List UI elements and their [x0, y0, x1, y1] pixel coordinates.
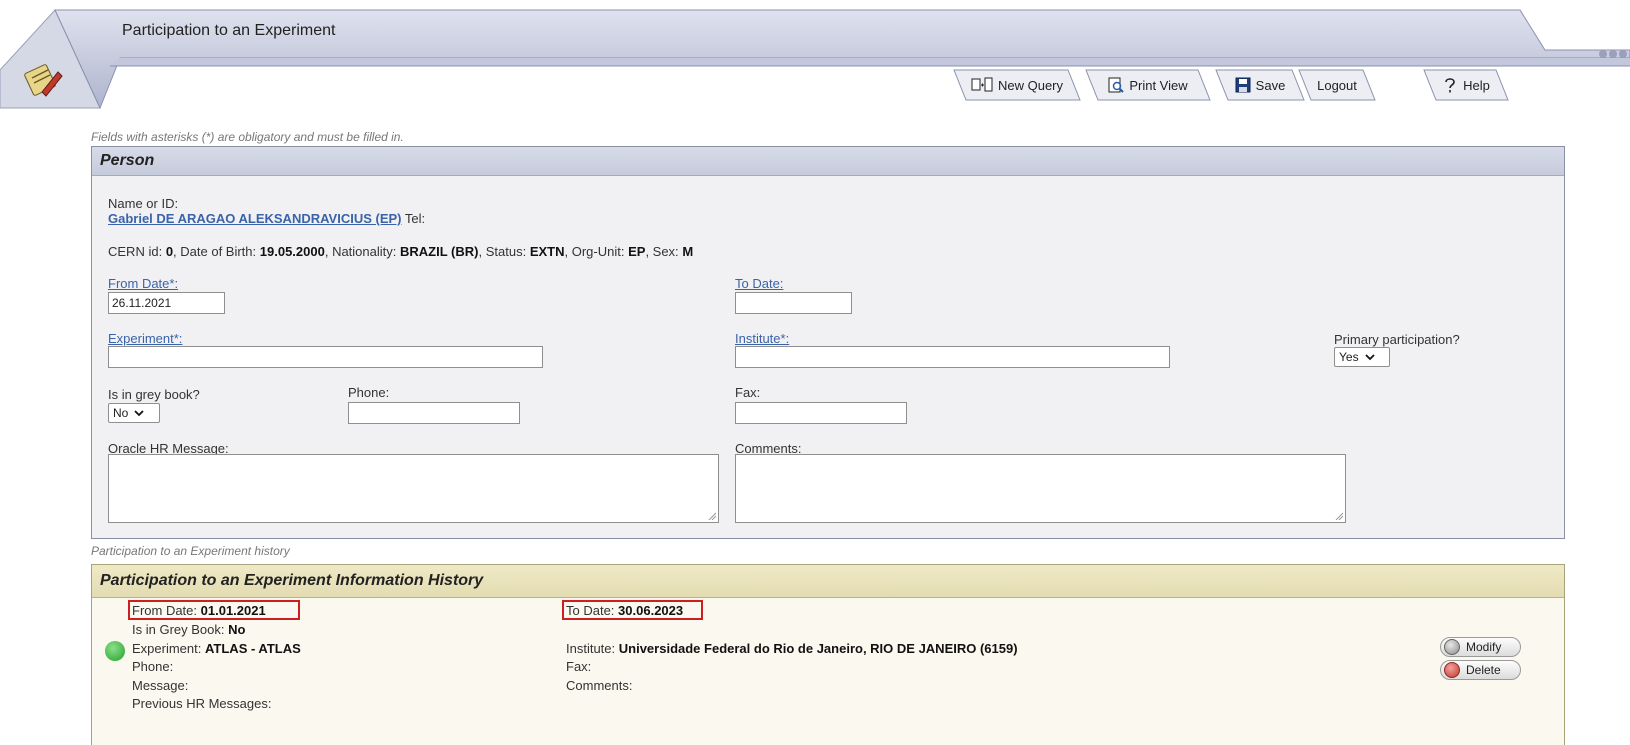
help-question-icon — [1445, 78, 1455, 93]
help-button[interactable]: Help — [1422, 68, 1510, 102]
primary-participation-label: Primary participation? — [1334, 332, 1460, 347]
nationality-label: , Nationality: — [324, 244, 397, 259]
sex-value: M — [682, 244, 694, 259]
new-query-label: New Query — [997, 77, 1064, 93]
dob-value: 19.05.2000 — [259, 244, 325, 259]
delete-icon — [1444, 662, 1460, 678]
tel-label: Tel: — [404, 211, 426, 226]
from-date-input[interactable] — [108, 292, 225, 314]
history-institute-value: Universidade Federal do Rio de Janeiro, … — [618, 641, 1018, 656]
oracle-hr-textarea[interactable] — [108, 454, 719, 523]
grey-book-select[interactable]: No — [108, 403, 160, 423]
fax-input[interactable] — [735, 402, 907, 424]
history-experiment-label: Experiment: — [132, 641, 202, 656]
phone-label: Phone: — [348, 385, 390, 400]
history-message-label: Message: — [132, 678, 189, 693]
cern-id-label: CERN id: — [108, 244, 163, 259]
delete-button[interactable]: Delete — [1440, 660, 1521, 680]
experiment-input[interactable] — [108, 346, 543, 368]
person-panel: Person Name or ID: Gabriel DE ARAGAO ALE… — [91, 146, 1565, 539]
person-info-line: CERN id: 0, Date of Birth: 19.05.2000, N… — [108, 244, 693, 259]
history-previous-hr-label: Previous HR Messages: — [132, 696, 272, 711]
history-grey-book-value: No — [228, 622, 246, 637]
history-from-date-value: 01.01.2021 — [200, 603, 266, 618]
grey-book-value: No — [113, 406, 129, 420]
person-line: Gabriel DE ARAGAO ALEKSANDRAVICIUS (EP) … — [108, 211, 425, 226]
notepad-pencil-icon[interactable] — [22, 58, 64, 100]
save-label: Save — [1255, 77, 1286, 93]
new-query-icon — [971, 77, 993, 92]
history-grey-book-label: Is in Grey Book: — [132, 622, 225, 637]
cern-id-value: 0 — [165, 244, 174, 259]
history-fax-label: Fax: — [566, 659, 592, 674]
app-title: Participation to an Experiment — [122, 22, 336, 39]
institute-input[interactable] — [735, 346, 1170, 368]
chevron-down-icon — [134, 410, 144, 417]
history-experiment: Experiment: ATLAS - ATLAS — [132, 641, 301, 656]
dob-label: , Date of Birth: — [173, 244, 257, 259]
history-experiment-value: ATLAS - ATLAS — [205, 641, 301, 656]
history-to-date-label: To Date: — [566, 603, 615, 618]
history-institute-label: Institute: — [566, 641, 616, 656]
org-unit-value: EP — [628, 244, 646, 259]
print-view-label: Print View — [1129, 77, 1188, 93]
history-institute: Institute: Universidade Federal do Rio d… — [566, 641, 1018, 656]
from-date-label[interactable]: From Date*: — [108, 276, 178, 291]
history-grey-book: Is in Grey Book: No — [132, 622, 245, 637]
header-band — [0, 9, 1630, 110]
modify-label: Modify — [1466, 640, 1502, 654]
to-date-label[interactable]: To Date: — [735, 276, 783, 291]
chevron-down-icon — [1364, 354, 1375, 361]
logout-label: Logout — [1317, 77, 1357, 93]
print-preview-icon — [1108, 77, 1125, 93]
person-panel-title: Person — [92, 147, 1564, 176]
history-panel: Participation to an Experiment Informati… — [91, 564, 1565, 745]
history-to-date-value: 30.06.2023 — [618, 603, 684, 618]
primary-participation-select[interactable]: Yes — [1334, 347, 1390, 367]
active-status-icon — [105, 641, 125, 661]
person-name-link[interactable]: Gabriel DE ARAGAO ALEKSANDRAVICIUS (EP) — [108, 211, 402, 226]
history-from-date: From Date: 01.01.2021 — [132, 603, 266, 618]
primary-participation-value: Yes — [1339, 350, 1359, 364]
to-date-input[interactable] — [735, 292, 852, 314]
nationality-value: BRAZIL (BR) — [400, 244, 479, 259]
experiment-label[interactable]: Experiment*: — [108, 331, 182, 346]
modify-button[interactable]: Modify — [1440, 637, 1521, 657]
fax-label: Fax: — [735, 385, 761, 400]
status-value: EXTN — [529, 244, 565, 259]
edit-icon — [1444, 639, 1460, 655]
save-button[interactable]: Save — [1214, 68, 1306, 102]
resize-grip-icon[interactable] — [1335, 512, 1343, 520]
resize-grip-icon[interactable] — [708, 512, 716, 520]
history-panel-title: Participation to an Experiment Informati… — [92, 565, 1564, 598]
comments-textarea[interactable] — [735, 454, 1346, 523]
delete-label: Delete — [1466, 663, 1501, 677]
grey-book-label: Is in grey book? — [108, 387, 200, 402]
org-unit-label: , Org-Unit: — [564, 244, 625, 259]
name-or-id-label: Name or ID: — [108, 196, 179, 211]
history-from-date-label: From Date: — [132, 603, 198, 618]
new-query-button[interactable]: New Query — [952, 68, 1082, 102]
help-label: Help — [1463, 77, 1490, 93]
logout-button[interactable]: Logout — [1297, 68, 1377, 102]
status-label: , Status: — [478, 244, 527, 259]
sex-label: , Sex: — [645, 244, 679, 259]
history-phone-label: Phone: — [132, 659, 174, 674]
phone-input[interactable] — [348, 402, 520, 424]
institute-label[interactable]: Institute*: — [735, 331, 789, 346]
floppy-disk-icon — [1235, 77, 1251, 93]
history-note: Participation to an Experiment history — [91, 544, 290, 558]
app-header: Participation to an Experiment New Query — [0, 0, 1630, 120]
print-view-button[interactable]: Print View — [1084, 68, 1212, 102]
history-comments-label: Comments: — [566, 678, 633, 693]
obligatory-note: Fields with asterisks (*) are obligatory… — [91, 130, 404, 144]
history-to-date: To Date: 30.06.2023 — [566, 603, 683, 618]
